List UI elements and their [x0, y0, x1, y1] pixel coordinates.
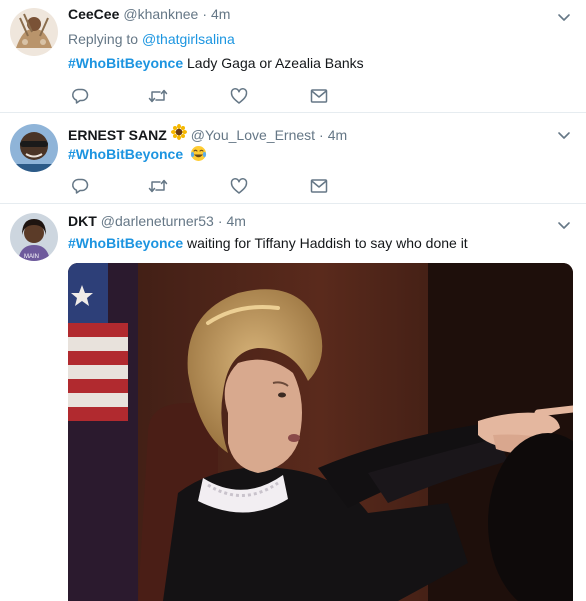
user-handle[interactable]: @darleneturner53	[101, 213, 214, 229]
replying-handle-link[interactable]: @thatgirlsalina	[142, 31, 235, 47]
timestamp[interactable]: 4m	[328, 127, 347, 143]
avatar[interactable]	[10, 124, 58, 172]
retweet-button[interactable]	[148, 176, 168, 196]
tweet-2[interactable]: ERNEST SANZ @You_Love_Ernest · 4m #WhoBi…	[0, 114, 586, 204]
reply-icon	[72, 178, 89, 194]
display-name[interactable]: DKT	[68, 213, 97, 229]
user-handle[interactable]: @You_Love_Ernest	[191, 127, 315, 143]
separator: ·	[319, 127, 324, 143]
message-button[interactable]	[309, 176, 329, 196]
display-name[interactable]: ERNEST SANZ	[68, 127, 167, 143]
replying-label: Replying to	[68, 31, 139, 47]
chevron-down-icon[interactable]	[556, 9, 572, 25]
avatar[interactable]	[10, 8, 58, 56]
svg-text:MAIN: MAIN	[24, 254, 39, 260]
like-icon	[230, 178, 248, 194]
separator: ·	[202, 6, 207, 22]
tweet-text: #WhoBitBeyonce	[68, 145, 207, 162]
hashtag-link[interactable]: #WhoBitBeyonce	[68, 55, 183, 71]
tweet-body: Lady Gaga or Azealia Banks	[187, 55, 364, 71]
retweet-button[interactable]	[148, 86, 168, 106]
tweet-actions	[68, 176, 368, 196]
tweet-media-gif[interactable]	[68, 263, 573, 601]
reply-icon	[72, 88, 89, 104]
message-icon	[310, 179, 328, 193]
chevron-down-icon[interactable]	[556, 127, 572, 143]
sunflower-icon	[170, 124, 187, 140]
tweet-header: ERNEST SANZ @You_Love_Ernest · 4m	[68, 124, 347, 144]
retweet-icon	[148, 89, 168, 103]
tweet-actions	[68, 86, 368, 106]
display-name[interactable]: CeeCee	[68, 6, 119, 22]
message-icon	[310, 89, 328, 103]
separator: ·	[217, 213, 223, 229]
judge-pointing-gif-image	[68, 263, 573, 601]
timestamp[interactable]: 4m	[211, 6, 230, 22]
tweet-header: DKT @darleneturner53 · 4m	[68, 213, 246, 233]
timestamp[interactable]: 4m	[227, 213, 246, 229]
like-icon	[230, 88, 248, 104]
user-handle[interactable]: @khanknee	[123, 6, 198, 22]
reply-button[interactable]	[70, 86, 90, 106]
tweet-body: waiting for Tiffany Haddish to say who d…	[187, 235, 468, 251]
tweet-text: #WhoBitBeyonce waiting for Tiffany Haddi…	[68, 235, 468, 251]
chevron-down-icon[interactable]	[556, 217, 572, 233]
tears-of-joy-icon	[190, 146, 207, 161]
avatar[interactable]: MAIN	[10, 213, 58, 261]
hashtag-link[interactable]: #WhoBitBeyonce	[68, 146, 183, 162]
tweet-text: #WhoBitBeyonce Lady Gaga or Azealia Bank…	[68, 55, 364, 71]
reply-button[interactable]	[70, 176, 90, 196]
retweet-icon	[148, 179, 168, 193]
like-button[interactable]	[229, 86, 249, 106]
hashtag-link[interactable]: #WhoBitBeyonce	[68, 235, 183, 251]
like-button[interactable]	[229, 176, 249, 196]
message-button[interactable]	[309, 86, 329, 106]
replying-to: Replying to @thatgirlsalina	[68, 31, 235, 47]
tweet-header: CeeCee @khanknee · 4m	[68, 6, 230, 26]
tweet-1[interactable]: CeeCee @khanknee · 4m Replying to @thatg…	[0, 0, 586, 113]
